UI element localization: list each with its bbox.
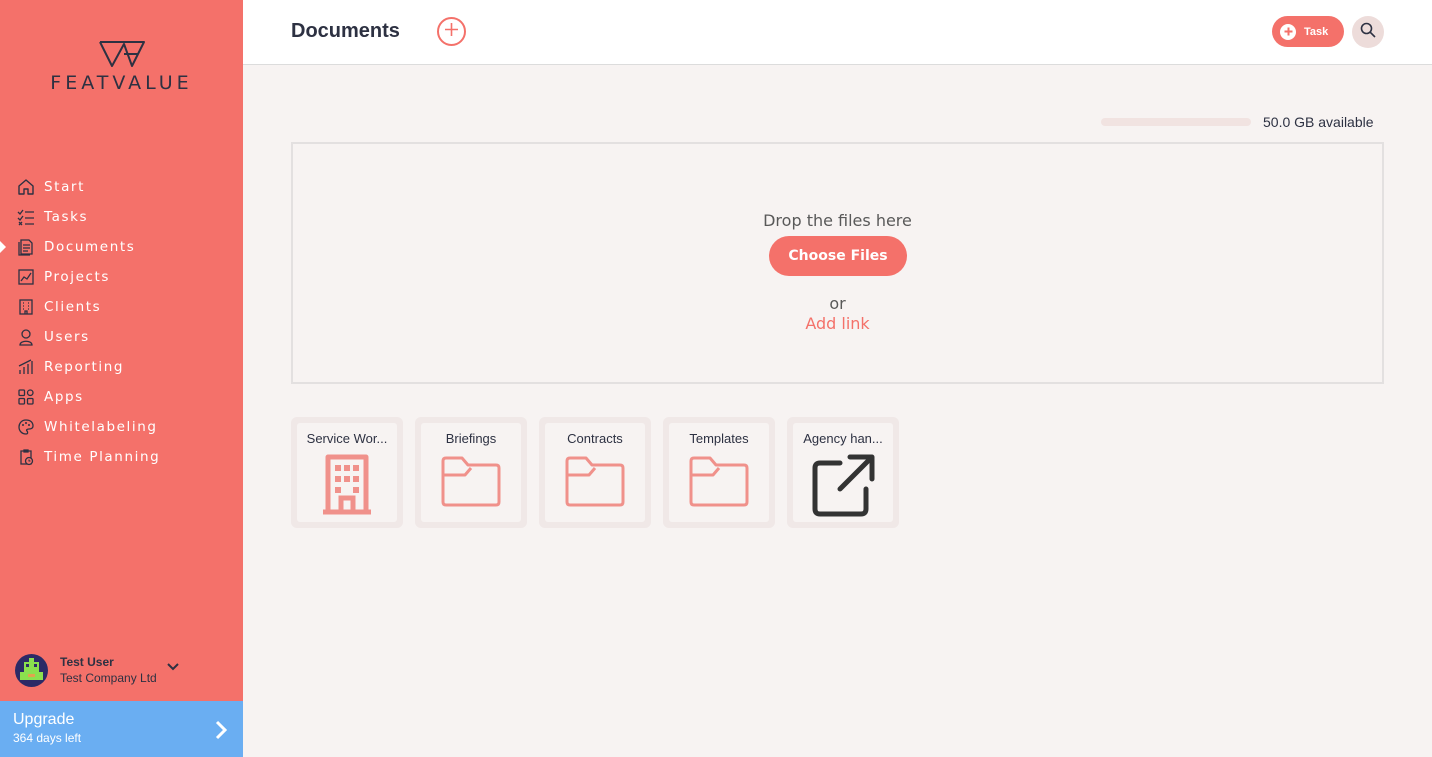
sidebar-item-label: Time Planning	[44, 449, 161, 465]
folder-tile[interactable]: Agency han...	[787, 417, 899, 528]
apps-icon	[17, 388, 35, 406]
task-button-label: Task	[1304, 25, 1329, 38]
sidebar-item-label: Apps	[44, 389, 84, 405]
sidebar-item-time-planning[interactable]: Time Planning	[0, 442, 243, 472]
sidebar-item-label: Whitelabeling	[44, 419, 158, 435]
palette-icon	[17, 418, 35, 436]
sidebar-item-tasks[interactable]: Tasks	[0, 202, 243, 232]
document-icon	[17, 238, 35, 256]
logo[interactable]: FEATVALUE	[0, 40, 243, 94]
page-title: Documents	[291, 20, 400, 42]
user-name: Test User	[60, 655, 114, 669]
building-icon	[17, 298, 35, 316]
drop-prompt: Drop the files here	[763, 211, 912, 230]
user-menu[interactable]: Test User Test Company Ltd	[15, 652, 230, 688]
sidebar-item-label: Reporting	[44, 359, 125, 375]
checklist-icon	[17, 208, 35, 226]
clipboard-clock-icon	[17, 448, 35, 466]
sidebar-item-start[interactable]: Start	[0, 172, 243, 202]
sidebar-item-users[interactable]: Users	[0, 322, 243, 352]
upgrade-days-left: 364 days left	[13, 731, 82, 745]
bar-chart-icon	[17, 358, 35, 376]
folder-tile[interactable]: Briefings	[415, 417, 527, 528]
file-dropzone[interactable]: Drop the files here Choose Files or Add …	[291, 142, 1384, 384]
sidebar-item-clients[interactable]: Clients	[0, 292, 243, 322]
home-icon	[17, 178, 35, 196]
building-icon	[318, 453, 376, 520]
sidebar-item-label: Start	[44, 179, 85, 195]
folder-tile[interactable]: Contracts	[539, 417, 651, 528]
sidebar-item-reporting[interactable]: Reporting	[0, 352, 243, 382]
folder-name: Contracts	[567, 431, 623, 446]
folder-tile[interactable]: Service Wor...	[291, 417, 403, 528]
folder-name: Templates	[689, 431, 749, 446]
storage-available: 50.0 GB available	[1263, 114, 1374, 130]
chevron-down-icon[interactable]	[167, 658, 179, 676]
sidebar-item-label: Tasks	[44, 209, 89, 225]
sidebar-nav: Start Tasks Documents Projects Clients U…	[0, 172, 243, 472]
sidebar-item-projects[interactable]: Projects	[0, 262, 243, 292]
plus-icon	[444, 22, 459, 42]
upgrade-title: Upgrade	[13, 711, 75, 728]
sidebar-item-documents[interactable]: Documents	[0, 232, 243, 262]
external-link-icon	[810, 453, 876, 524]
sidebar-item-label: Documents	[44, 239, 136, 255]
sidebar-item-label: Projects	[44, 269, 111, 285]
folder-icon	[562, 453, 628, 514]
folder-name: Agency han...	[803, 431, 883, 446]
brand-name: FEATVALUE	[50, 72, 193, 94]
upgrade-banner[interactable]: Upgrade 364 days left	[0, 701, 243, 757]
add-link[interactable]: Add link	[293, 314, 1382, 333]
or-separator: or	[829, 294, 846, 313]
folder-name: Briefings	[445, 431, 497, 446]
avatar	[15, 653, 48, 687]
add-task-button[interactable]: Task	[1272, 16, 1344, 47]
sidebar-item-apps[interactable]: Apps	[0, 382, 243, 412]
folder-icon	[686, 453, 752, 514]
storage-usage-bar	[1101, 118, 1251, 126]
sidebar-item-whitelabeling[interactable]: Whitelabeling	[0, 412, 243, 442]
search-button[interactable]	[1352, 16, 1384, 48]
search-icon	[1360, 22, 1376, 43]
folder-tile[interactable]: Templates	[663, 417, 775, 528]
choose-files-button[interactable]: Choose Files	[769, 236, 907, 276]
top-header: Documents Task	[243, 0, 1432, 65]
sidebar-item-label: Clients	[44, 299, 102, 315]
sidebar-item-label: Users	[44, 329, 90, 345]
plus-icon	[1280, 23, 1296, 40]
chart-icon	[17, 268, 35, 286]
logo-mark-icon	[98, 41, 145, 67]
folder-name: Service Wor...	[306, 431, 388, 446]
add-document-button[interactable]	[437, 17, 466, 46]
user-company: Test Company Ltd	[60, 671, 157, 685]
chevron-right-icon	[215, 720, 228, 745]
sidebar: FEATVALUE Start Tasks Documents Projects	[0, 0, 243, 757]
user-icon	[17, 328, 35, 346]
folder-icon	[438, 453, 504, 514]
